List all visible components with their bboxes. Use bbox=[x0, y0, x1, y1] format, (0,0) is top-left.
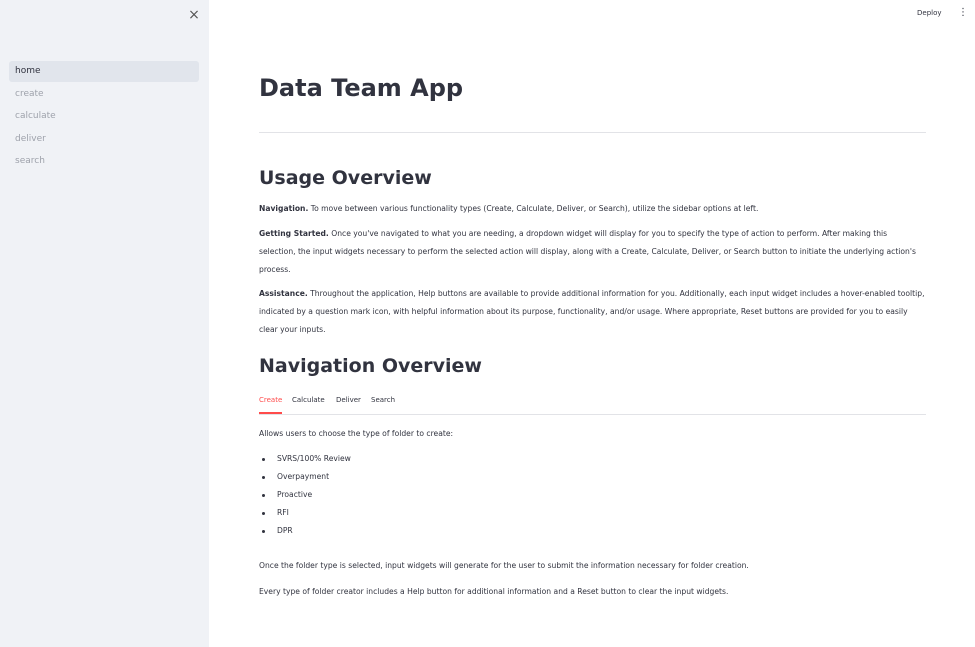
sidebar-item-search[interactable]: search bbox=[9, 151, 199, 172]
getting-started-text: Once you've navigated to what you are ne… bbox=[259, 229, 916, 274]
tab-search[interactable]: Search bbox=[371, 392, 395, 414]
title-divider bbox=[259, 132, 926, 133]
help-reset-paragraph: Every type of folder creator includes a … bbox=[259, 587, 729, 596]
tab-deliver[interactable]: Deliver bbox=[336, 392, 361, 414]
sidebar-item-deliver[interactable]: deliver bbox=[9, 129, 199, 150]
list-item: SVRS/100% Review bbox=[259, 450, 351, 468]
assistance-text: Throughout the application, Help buttons… bbox=[259, 289, 925, 334]
sidebar: × home create calculate deliver search bbox=[0, 0, 209, 647]
close-icon[interactable]: × bbox=[186, 6, 202, 24]
tab-create[interactable]: Create bbox=[259, 392, 283, 414]
sidebar-item-home[interactable]: home bbox=[9, 61, 199, 82]
list-item: Overpayment bbox=[259, 468, 351, 486]
navigation-paragraph-text: To move between various functionality ty… bbox=[308, 204, 759, 213]
getting-started-title: Getting Started. bbox=[259, 229, 329, 238]
assistance-paragraph: Assistance. Throughout the application, … bbox=[259, 285, 926, 339]
navigation-paragraph-title: Navigation. bbox=[259, 204, 309, 213]
sidebar-item-create[interactable]: create bbox=[9, 84, 199, 105]
navigation-tabs: Create Calculate Deliver Search bbox=[259, 392, 926, 415]
assistance-title: Assistance. bbox=[259, 289, 308, 298]
create-tab-intro: Allows users to choose the type of folde… bbox=[259, 429, 454, 438]
getting-started-paragraph: Getting Started. Once you've navigated t… bbox=[259, 225, 926, 279]
folder-type-list: SVRS/100% Review Overpayment Proactive R… bbox=[259, 450, 351, 540]
folder-selected-paragraph: Once the folder type is selected, input … bbox=[259, 561, 749, 570]
more-menu-icon[interactable]: ⋮ bbox=[958, 5, 968, 21]
tab-calculate[interactable]: Calculate bbox=[292, 392, 325, 414]
deploy-button[interactable]: Deploy bbox=[917, 5, 942, 21]
sidebar-item-calculate[interactable]: calculate bbox=[9, 106, 199, 127]
sidebar-nav: home create calculate deliver search bbox=[9, 61, 199, 174]
page-title: Data Team App bbox=[259, 74, 464, 102]
list-item: RFI bbox=[259, 504, 351, 522]
list-item: DPR bbox=[259, 522, 351, 540]
navigation-paragraph: Navigation. To move between various func… bbox=[259, 200, 926, 218]
navigation-overview-heading: Navigation Overview bbox=[259, 355, 482, 377]
list-item: Proactive bbox=[259, 486, 351, 504]
usage-overview-heading: Usage Overview bbox=[259, 167, 432, 189]
